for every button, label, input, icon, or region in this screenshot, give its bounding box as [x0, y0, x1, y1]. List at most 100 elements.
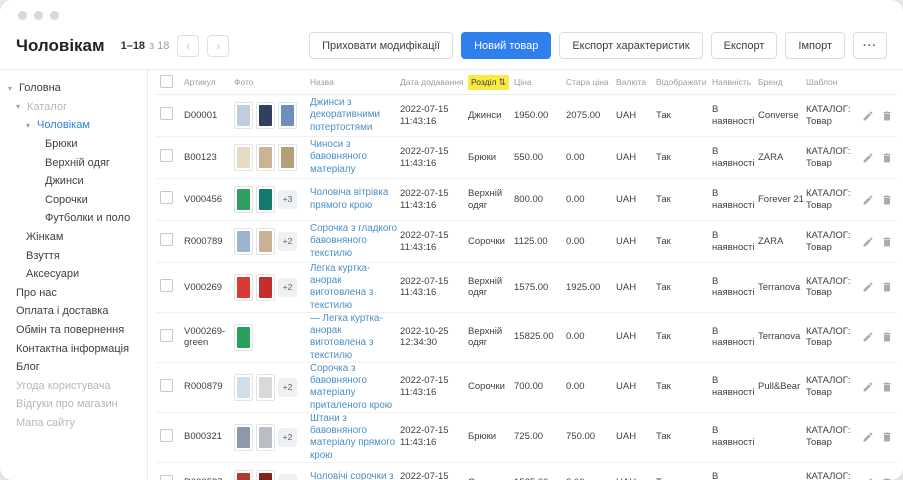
sidebar-item[interactable]: Блог — [0, 358, 147, 377]
product-name-link[interactable]: Чоловічі сорочки з легкого текстилю — [310, 471, 394, 480]
col-sku[interactable]: Артикул — [184, 77, 232, 87]
edit-icon[interactable] — [862, 236, 874, 248]
sidebar-item-label: Аксесуари — [26, 268, 79, 280]
sidebar-item[interactable]: Верхній одяг — [0, 153, 147, 172]
export-button[interactable]: Експорт — [711, 32, 778, 59]
section-cell: Джинси — [468, 110, 512, 122]
sidebar-item[interactable]: Обмін та повернення — [0, 321, 147, 340]
product-name-link[interactable]: Чоловіча вітрівка прямого крою — [310, 187, 388, 210]
delete-icon[interactable] — [881, 236, 893, 248]
sidebar-item[interactable]: Сорочки — [0, 191, 147, 210]
sidebar-item[interactable]: ▾Головна — [0, 79, 147, 98]
sidebar-item-label: Джинси — [45, 175, 84, 187]
product-photo — [234, 470, 253, 480]
row-checkbox[interactable] — [160, 107, 173, 120]
row-checkbox[interactable] — [160, 279, 173, 292]
sidebar-item[interactable]: Взуття — [0, 246, 147, 265]
delete-icon[interactable] — [881, 331, 893, 343]
col-currency[interactable]: Валюта — [616, 77, 654, 87]
col-availability[interactable]: Наявність — [712, 77, 756, 87]
row-checkbox[interactable] — [160, 475, 173, 480]
col-date[interactable]: Дата додавання — [400, 77, 466, 87]
product-photo — [234, 144, 253, 171]
template-cell: КАТАЛОГ: Товар — [806, 276, 858, 300]
actions-cell — [860, 281, 897, 293]
edit-icon[interactable] — [862, 381, 874, 393]
sidebar-item[interactable]: Угода користувача — [0, 377, 147, 396]
edit-icon[interactable] — [862, 110, 874, 122]
sku-cell: R000879 — [184, 381, 232, 393]
select-all-checkbox[interactable] — [160, 75, 173, 88]
name-cell: Джинси з декоративними потертостями — [310, 97, 398, 134]
next-page-button[interactable]: › — [207, 35, 229, 57]
edit-icon[interactable] — [862, 331, 874, 343]
edit-icon[interactable] — [862, 152, 874, 164]
price-cell: 550.00 — [514, 152, 564, 164]
col-template[interactable]: Шаблон — [806, 77, 858, 87]
product-name-link[interactable]: Джинси з декоративними потертостями — [310, 97, 380, 132]
sidebar-item[interactable]: Джинси — [0, 172, 147, 191]
edit-icon[interactable] — [862, 281, 874, 293]
edit-icon[interactable] — [862, 431, 874, 443]
section-cell: Верхній одяг — [468, 276, 512, 300]
row-checkbox[interactable] — [160, 149, 173, 162]
delete-icon[interactable] — [881, 194, 893, 206]
row-checkbox[interactable] — [160, 191, 173, 204]
col-display[interactable]: Відображати — [656, 77, 710, 87]
table-row: R000587 +2 Чоловічі сорочки з легкого те… — [156, 463, 897, 480]
prev-page-button[interactable]: ‹ — [177, 35, 199, 57]
hide-modifications-button[interactable]: Приховати модифікації — [309, 32, 453, 59]
sort-icon[interactable]: ⇅ — [498, 77, 506, 88]
delete-icon[interactable] — [881, 281, 893, 293]
col-section[interactable]: Розділ⇅ — [468, 75, 512, 90]
sidebar-item[interactable]: Аксесуари — [0, 265, 147, 284]
delete-icon[interactable] — [881, 152, 893, 164]
col-brand[interactable]: Бренд — [758, 77, 804, 87]
table-body: D00001 Джинси з декоративними потертостя… — [156, 95, 897, 480]
product-name-link[interactable]: — Легка куртка-анорак виготовлена з текс… — [310, 313, 383, 361]
product-name-link[interactable]: Чиноси з бавовняного матеріалу — [310, 139, 367, 174]
sidebar-item[interactable]: ▾Чоловікам — [0, 116, 147, 135]
sidebar-item[interactable]: ▾Каталог — [0, 98, 147, 117]
sidebar-item[interactable]: Оплата і доставка — [0, 302, 147, 321]
sku-cell: V000456 — [184, 194, 232, 206]
row-checkbox[interactable] — [160, 233, 173, 246]
template-cell: КАТАЛОГ: Товар — [806, 425, 858, 449]
delete-icon[interactable] — [881, 110, 893, 122]
product-photo — [256, 424, 275, 451]
export-characteristics-button[interactable]: Експорт характеристик — [559, 32, 702, 59]
sku-cell: D00001 — [184, 110, 232, 122]
product-name-link[interactable]: Сорочка з бавовняного матеріалу притален… — [310, 363, 392, 411]
name-cell: Легка куртка-анорак виготовлена з тексти… — [310, 263, 398, 312]
product-name-link[interactable]: Легка куртка-анорак виготовлена з тексти… — [310, 263, 373, 311]
product-name-link[interactable]: Сорочка з гладкого бавовняного текстилю — [310, 223, 397, 258]
row-checkbox[interactable] — [160, 379, 173, 392]
sidebar-item[interactable]: Мапа сайту — [0, 414, 147, 433]
col-photo[interactable]: Фото — [234, 77, 308, 87]
row-checkbox[interactable] — [160, 329, 173, 342]
sidebar-item[interactable]: Жінкам — [0, 228, 147, 247]
template-cell: КАТАЛОГ: Товар — [806, 104, 858, 128]
delete-icon[interactable] — [881, 381, 893, 393]
col-name[interactable]: Назва — [310, 77, 398, 87]
app-window: Чоловікам 1–18 з 18 ‹ › Приховати модифі… — [0, 0, 903, 480]
edit-icon[interactable] — [862, 194, 874, 206]
sidebar-item[interactable]: Брюки — [0, 135, 147, 154]
sidebar-item[interactable]: Відгуки про магазин — [0, 395, 147, 414]
sidebar-item[interactable]: Футболки и поло — [0, 209, 147, 228]
product-name-link[interactable]: Штани з бавовняного матеріалу прямого кр… — [310, 413, 395, 461]
sidebar-item[interactable]: Про нас — [0, 284, 147, 303]
new-product-button[interactable]: Новий товар — [461, 32, 551, 59]
display-cell: Так — [656, 331, 710, 343]
more-actions-button[interactable]: ··· — [853, 32, 887, 59]
sidebar-item[interactable]: Контактна інформація — [0, 339, 147, 358]
product-photo — [234, 228, 253, 255]
table-row: R000789 +2 Сорочка з гладкого бавовняног… — [156, 221, 897, 263]
row-checkbox[interactable] — [160, 429, 173, 442]
delete-icon[interactable] — [881, 431, 893, 443]
import-button[interactable]: Імпорт — [785, 32, 845, 59]
col-price[interactable]: Ціна — [514, 77, 564, 87]
time-value: 11:43:16 — [400, 387, 466, 399]
col-old-price[interactable]: Стара ціна — [566, 77, 614, 87]
product-photo — [256, 374, 275, 401]
